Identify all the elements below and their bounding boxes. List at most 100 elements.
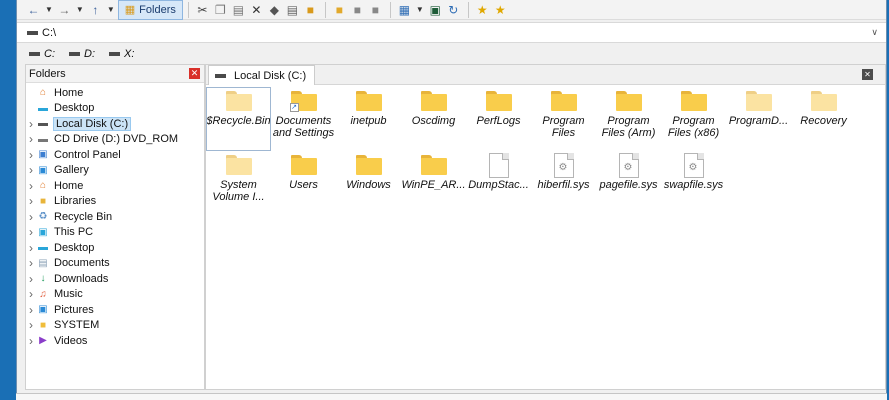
tree-item-label: Local Disk (C:)	[52, 116, 132, 131]
tree-item-label: Desktop	[54, 102, 95, 115]
expand-chevron-icon[interactable]: ›	[26, 303, 36, 317]
tree-item[interactable]: › ♫ Music	[26, 287, 204, 303]
tree-item[interactable]: › ♻ Recycle Bin	[26, 209, 204, 225]
back-dropdown-icon[interactable]: ▼	[43, 1, 55, 19]
expand-chevron-icon[interactable]: ›	[26, 272, 36, 286]
expand-chevron-icon[interactable]: ›	[26, 210, 36, 224]
expand-chevron-icon[interactable]: ›	[26, 225, 36, 239]
tree-item-label: Documents	[54, 257, 110, 270]
close-icon[interactable]: ✕	[189, 68, 200, 79]
tree-item[interactable]: › ▣ Control Panel	[26, 147, 204, 163]
file-item-label: swapfile.sys	[663, 179, 724, 191]
up-icon[interactable]: ↑	[87, 1, 104, 19]
forward-icon[interactable]: →	[56, 1, 73, 19]
erase-icon[interactable]: ◆	[266, 1, 283, 19]
expand-chevron-icon[interactable]: ›	[26, 194, 36, 208]
expand-chevron-icon[interactable]: ›	[26, 287, 36, 301]
drive-button-c[interactable]: C:	[29, 48, 55, 60]
tree-item[interactable]: › ▬ CD Drive (D:) DVD_ROM	[26, 132, 204, 148]
tree-item[interactable]: ⌂ Home	[26, 85, 204, 101]
tree-item-label: Music	[54, 288, 83, 301]
home-icon: ⌂	[39, 180, 47, 192]
copy-icon[interactable]: ❐	[212, 1, 229, 19]
favorite-add-icon[interactable]: ★	[474, 1, 491, 19]
properties-icon[interactable]: ▤	[284, 1, 301, 19]
view-grid-icon[interactable]: ▦	[396, 1, 413, 19]
drive-button-x[interactable]: X:	[109, 48, 134, 60]
tab-local-disk[interactable]: Local Disk (C:)	[208, 65, 316, 85]
file-item[interactable]: Oscdimg	[401, 87, 466, 151]
expand-chevron-icon[interactable]: ›	[26, 179, 36, 193]
tree-item[interactable]: › ⌂ Home	[26, 178, 204, 194]
file-item[interactable]: ⚙ hiberfil.sys	[531, 151, 596, 215]
status-bar	[16, 393, 887, 400]
expand-chevron-icon[interactable]: ›	[26, 163, 36, 177]
file-item[interactable]: Users	[271, 151, 336, 215]
cut-icon[interactable]: ✂	[194, 1, 211, 19]
gallery-icon: ▣	[38, 164, 48, 176]
expand-chevron-icon[interactable]: ›	[26, 132, 36, 146]
file-item[interactable]: PerfLogs	[466, 87, 531, 151]
expand-chevron-icon[interactable]: ›	[26, 256, 36, 270]
favorites-icon[interactable]: ★	[492, 1, 509, 19]
expand-chevron-icon[interactable]: ›	[26, 148, 36, 162]
paste-icon[interactable]: ▤	[230, 1, 247, 19]
file-item[interactable]: Program Files (x86)	[661, 87, 726, 151]
back-icon[interactable]: ←	[25, 1, 42, 19]
chevron-down-icon[interactable]: ∨	[871, 27, 878, 38]
file-item-label: hiberfil.sys	[537, 179, 590, 191]
new-folder-icon[interactable]: ■	[331, 1, 348, 19]
file-item[interactable]: ⚙ pagefile.sys	[596, 151, 661, 215]
folder-icon: ↗	[289, 91, 317, 112]
expand-chevron-icon[interactable]: ›	[26, 241, 36, 255]
folders-toggle-button[interactable]: ▦ Folders	[117, 0, 183, 20]
file-item[interactable]: Recovery	[791, 87, 856, 151]
refresh-icon[interactable]: ↻	[445, 1, 462, 19]
view-dropdown-icon[interactable]: ▼	[414, 1, 426, 19]
file-item-label: Program Files	[542, 115, 585, 139]
tree-item[interactable]: › ■ Libraries	[26, 194, 204, 210]
file-item[interactable]: inetpub	[336, 87, 401, 151]
tree-item[interactable]: ▬ Desktop	[26, 101, 204, 117]
tree-item[interactable]: › ▬ Local Disk (C:)	[26, 116, 204, 132]
file-item[interactable]: Windows	[336, 151, 401, 215]
file-item-label: Users	[289, 179, 318, 191]
forward-dropdown-icon[interactable]: ▼	[74, 1, 86, 19]
file-item[interactable]: Program Files	[531, 87, 596, 151]
expand-chevron-icon[interactable]: ›	[26, 117, 36, 131]
file-item-label: Windows	[346, 179, 391, 191]
tree-item[interactable]: › ▣ Pictures	[26, 302, 204, 318]
tree-item[interactable]: › ▣ Gallery	[26, 163, 204, 179]
up-dropdown-icon[interactable]: ▼	[105, 1, 117, 19]
tree-item[interactable]: › ▶ Videos	[26, 333, 204, 349]
delete-icon[interactable]: ✕	[248, 1, 265, 19]
tree-item[interactable]: › ■ SYSTEM	[26, 318, 204, 334]
file-item[interactable]: WinPE_AR...	[401, 151, 466, 215]
drive-button-d[interactable]: D:	[69, 48, 95, 60]
file-item-label: Oscdimg	[411, 115, 456, 127]
terminal-icon[interactable]: ▣	[427, 1, 444, 19]
tree-item[interactable]: › ↓ Downloads	[26, 271, 204, 287]
expand-chevron-icon[interactable]: ›	[26, 334, 36, 348]
file-item[interactable]: ↗ Documents and Settings	[271, 87, 336, 151]
folder-icon	[420, 155, 447, 175]
file-item[interactable]: System Volume I...	[206, 151, 271, 215]
copy-to-icon[interactable]: ■	[349, 1, 366, 19]
folder-options-icon[interactable]: ■	[302, 1, 319, 19]
file-item[interactable]: $Recycle.Bin	[206, 87, 271, 151]
close-tab-icon[interactable]: ✕	[862, 69, 873, 80]
file-item[interactable]: DumpStac...	[466, 151, 531, 215]
file-item[interactable]: Program Files (Arm)	[596, 87, 661, 151]
expand-chevron-icon[interactable]: ›	[26, 318, 36, 332]
tree-item-label: Home	[54, 86, 84, 99]
tree-item-label: Downloads	[54, 272, 109, 285]
file-item[interactable]: ⚙ swapfile.sys	[661, 151, 726, 215]
documents-icon: ▤	[38, 257, 48, 269]
tree-item[interactable]: › ▣ This PC	[26, 225, 204, 241]
tree-item[interactable]: › ▤ Documents	[26, 256, 204, 272]
file-item[interactable]: ProgramD...	[726, 87, 791, 151]
move-to-icon[interactable]: ■	[367, 1, 384, 19]
gear-icon: ⚙	[688, 162, 698, 173]
tree-item[interactable]: › ▬ Desktop	[26, 240, 204, 256]
address-bar[interactable]: C:\ ∨	[17, 22, 886, 43]
